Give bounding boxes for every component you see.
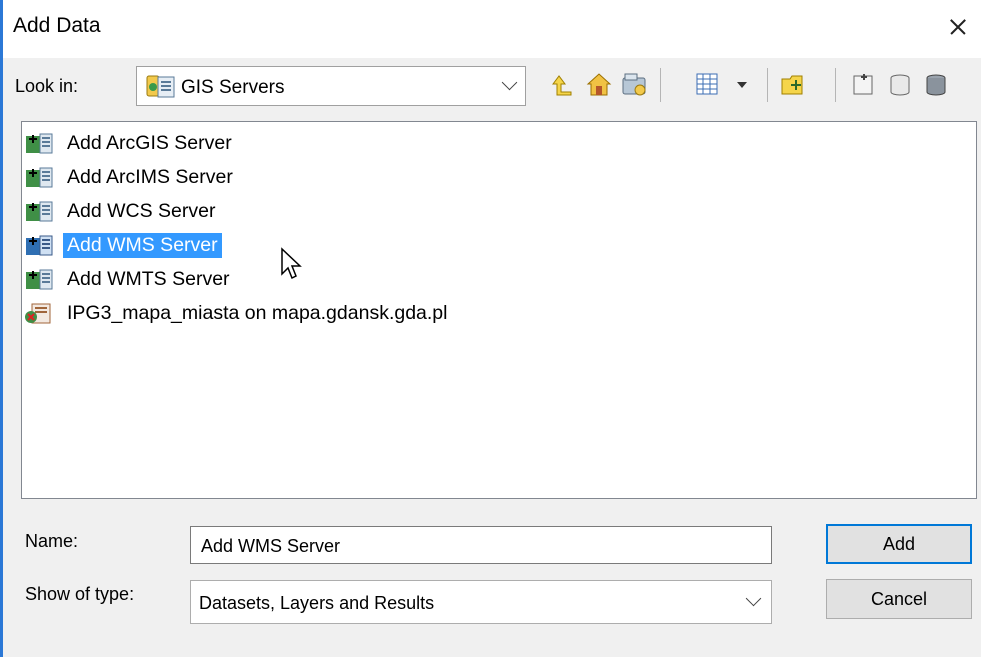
- list-item-label: Add WCS Server: [67, 200, 216, 222]
- list-item-label: Add WMS Server: [63, 233, 222, 258]
- chevron-down-icon: [745, 590, 762, 607]
- mouse-pointer-icon: [281, 247, 302, 280]
- add-button[interactable]: Add: [826, 524, 972, 564]
- look-in-value: GIS Servers: [181, 77, 285, 98]
- toolbar-separator: [660, 68, 661, 102]
- toolbar-separator: [767, 68, 768, 102]
- window-border: [0, 0, 3, 657]
- list-item-label: Add WMTS Server: [67, 268, 230, 290]
- title-bar: Add Data: [3, 0, 981, 58]
- add-server-icon: [26, 167, 53, 188]
- up-one-level-icon[interactable]: [547, 70, 575, 98]
- file-list[interactable]: Add ArcGIS Server Add ArcIMS Server Add …: [21, 121, 977, 499]
- close-icon[interactable]: [941, 10, 975, 44]
- name-input-value: Add WMS Server: [201, 536, 341, 556]
- connect-folder-icon[interactable]: [620, 70, 648, 98]
- list-item-label: Add ArcGIS Server: [67, 132, 232, 154]
- show-of-type-label: Show of type:: [25, 584, 135, 604]
- new-folder-icon[interactable]: [780, 70, 808, 98]
- list-item-label: Add ArcIMS Server: [67, 166, 233, 188]
- new-personal-geodatabase-icon[interactable]: [886, 70, 914, 98]
- new-file-geodatabase-icon[interactable]: [850, 70, 878, 98]
- dialog-title: Add Data: [13, 14, 101, 37]
- home-icon[interactable]: [585, 70, 613, 98]
- name-input[interactable]: Add WMS Server: [190, 526, 772, 564]
- look-in-label: Look in:: [15, 76, 79, 96]
- look-in-dropdown[interactable]: GIS Servers: [136, 66, 526, 106]
- show-of-type-dropdown[interactable]: Datasets, Layers and Results: [190, 580, 772, 624]
- chevron-down-icon: [501, 74, 518, 91]
- add-server-icon: [26, 235, 53, 256]
- add-server-icon: [26, 201, 53, 222]
- server-connection-icon: [25, 303, 51, 324]
- new-server-connection-icon[interactable]: [922, 70, 950, 98]
- show-of-type-value: Datasets, Layers and Results: [199, 593, 435, 613]
- add-server-icon: [26, 133, 53, 154]
- gis-servers-icon: [146, 75, 175, 98]
- caret-down-icon[interactable]: [734, 70, 750, 98]
- name-label: Name:: [25, 531, 79, 551]
- view-menu-icon[interactable]: [695, 70, 723, 98]
- add-server-icon: [26, 269, 53, 290]
- cancel-button[interactable]: Cancel: [826, 579, 972, 619]
- list-item-label: IPG3_mapa_miasta on mapa.gdansk.gda.pl: [67, 302, 448, 324]
- toolbar-separator: [835, 68, 836, 102]
